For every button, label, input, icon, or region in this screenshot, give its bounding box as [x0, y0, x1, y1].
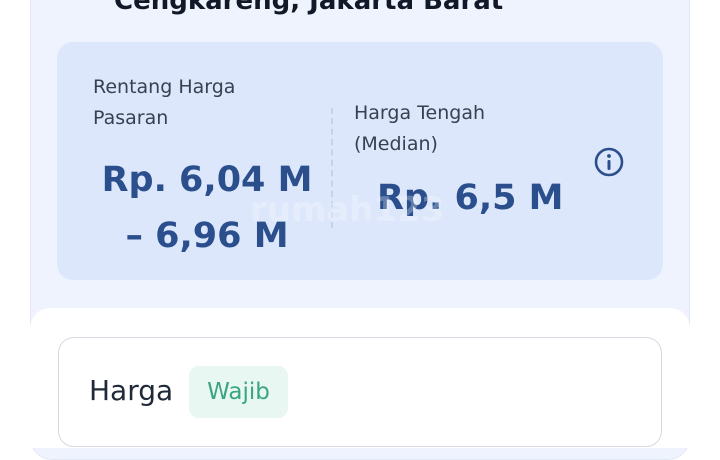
info-circle-icon[interactable] — [594, 147, 624, 177]
required-badge: Wajib — [189, 366, 288, 418]
location-title: Cengkareng, Jakarta Barat — [114, 0, 504, 16]
price-input-card[interactable]: Harga Wajib — [58, 337, 662, 447]
price-range-label: Rentang Harga Pasaran — [93, 76, 236, 129]
price-field-label: Harga — [89, 374, 174, 407]
watermark: rumah123 — [250, 190, 445, 230]
median-price-label: Harga Tengah (Median) — [354, 102, 486, 155]
price-estimate-card: Rentang Harga Pasaran Rp. 6,04 M – 6,96 … — [57, 42, 663, 280]
